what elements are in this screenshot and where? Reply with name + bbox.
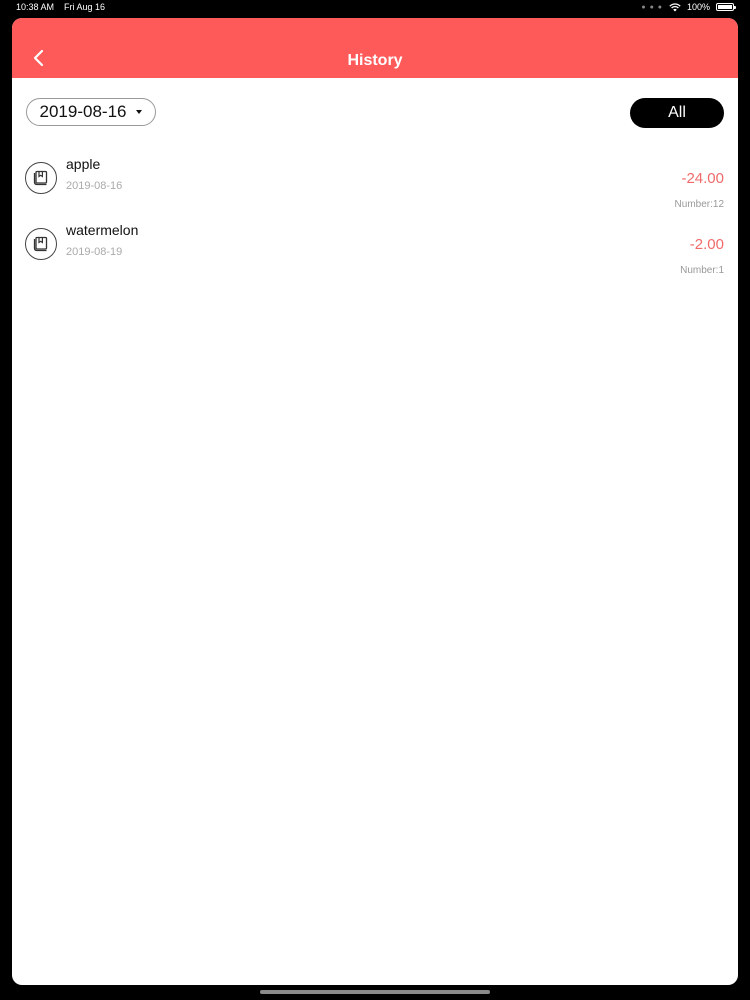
item-date: 2019-08-19 bbox=[66, 246, 123, 258]
date-picker-value: 2019-08-16 bbox=[39, 102, 127, 121]
filter-bar: 2019-08-16 All bbox=[12, 78, 738, 148]
date-picker[interactable]: 2019-08-16 bbox=[26, 98, 156, 126]
item-amount: -2.00 bbox=[689, 236, 724, 253]
status-bar: 10:38 AM Fri Aug 16 ● ● ● 100% bbox=[0, 0, 750, 16]
nav-bar: History bbox=[12, 18, 738, 78]
page-title: History bbox=[347, 52, 403, 69]
list-item[interactable]: apple 2019-08-16 -24.00 Number:12 bbox=[12, 148, 738, 214]
item-amount: -24.00 bbox=[681, 170, 724, 187]
all-filter-button[interactable]: All bbox=[630, 98, 724, 128]
product-icon bbox=[25, 162, 57, 194]
status-time: 10:38 AM bbox=[16, 2, 55, 12]
product-icon bbox=[25, 228, 57, 260]
item-name: watermelon bbox=[66, 222, 139, 238]
item-number: Number:1 bbox=[680, 265, 724, 276]
item-name: apple bbox=[66, 156, 101, 172]
item-date: 2019-08-16 bbox=[66, 180, 123, 192]
history-sheet: History 2019-08-16 All apple 2019-08-16 … bbox=[12, 18, 738, 985]
status-date: Fri Aug 16 bbox=[64, 2, 106, 12]
battery-icon bbox=[716, 3, 736, 11]
battery-percent: 100% bbox=[686, 2, 710, 12]
history-list: apple 2019-08-16 -24.00 Number:12 waterm… bbox=[12, 148, 738, 280]
wifi-icon bbox=[669, 2, 681, 11]
list-item[interactable]: watermelon 2019-08-19 -2.00 Number:1 bbox=[12, 214, 738, 280]
signal-icon: ● ● ● bbox=[641, 3, 663, 11]
caret-down-icon bbox=[136, 110, 143, 114]
home-indicator[interactable] bbox=[260, 990, 490, 994]
item-number: Number:12 bbox=[674, 199, 724, 210]
